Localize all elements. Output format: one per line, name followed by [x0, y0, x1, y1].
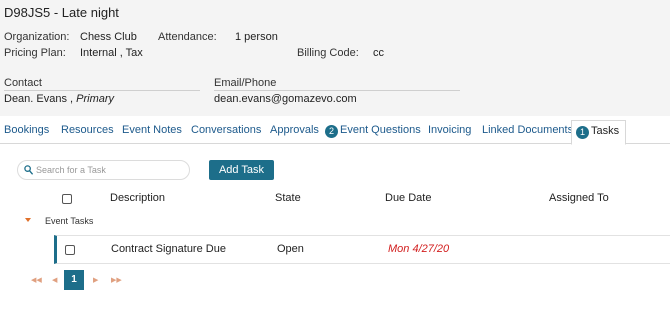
tab-event-notes[interactable]: Event Notes: [122, 124, 182, 136]
billing-code-label: Billing Code:: [297, 47, 359, 59]
pricing-plan-value: Internal , Tax: [80, 47, 143, 59]
select-all-checkbox[interactable]: [62, 194, 72, 204]
prev-page-icon[interactable]: ◀: [52, 276, 57, 284]
tab-invoicing[interactable]: Invoicing: [428, 124, 471, 136]
tasks-count-badge: 1: [576, 126, 589, 139]
event-title: D98JS5 - Late night: [4, 5, 119, 20]
tab-approvals[interactable]: Approvals: [270, 124, 319, 136]
last-page-icon[interactable]: ▶▶: [111, 276, 122, 284]
column-header-description[interactable]: Description: [110, 192, 165, 204]
contact-name: Dean. Evans ,: [4, 93, 74, 105]
tab-tasks[interactable]: 1 Tasks: [571, 120, 627, 145]
search-icon: [24, 165, 33, 175]
event-questions-count-badge: 2: [325, 125, 338, 138]
contact-divider: [4, 90, 200, 91]
tab-event-questions[interactable]: 2 Event Questions: [325, 124, 421, 138]
event-tabs: Bookings Resources Event Notes Conversat…: [0, 117, 670, 145]
column-header-state[interactable]: State: [275, 192, 301, 204]
email-divider: [214, 90, 460, 91]
task-due-date: Mon 4/27/20: [388, 243, 450, 255]
tab-conversations[interactable]: Conversations: [191, 124, 261, 136]
organization-label: Organization:: [4, 31, 70, 43]
contact-value: Dean. Evans , Primary: [4, 93, 114, 105]
organization-value: Chess Club: [80, 31, 137, 43]
task-description[interactable]: Contract Signature Due: [111, 243, 226, 255]
email-value: dean.evans@gomazevo.com: [214, 93, 357, 105]
attendance-label: Attendance:: [158, 31, 217, 43]
attendance-value: 1 person: [235, 31, 278, 43]
group-label: Event Tasks: [45, 216, 94, 226]
task-search-box: [17, 160, 190, 180]
page-number-current[interactable]: 1: [64, 270, 84, 290]
task-search-input[interactable]: [36, 163, 186, 177]
next-page-icon[interactable]: ▶: [93, 276, 98, 284]
contact-label: Contact: [4, 77, 42, 89]
event-header: D98JS5 - Late night Organization: Chess …: [0, 0, 670, 116]
tab-linked-documents[interactable]: Linked Documents: [482, 124, 573, 136]
tab-event-questions-label: Event Questions: [340, 124, 421, 136]
tab-bookings[interactable]: Bookings: [4, 124, 49, 136]
column-header-assigned-to[interactable]: Assigned To: [549, 192, 609, 204]
email-phone-label: Email/Phone: [214, 77, 277, 89]
billing-code-value: cc: [373, 47, 384, 59]
tab-resources[interactable]: Resources: [61, 124, 114, 136]
row-checkbox[interactable]: [65, 245, 75, 255]
pricing-plan-label: Pricing Plan:: [4, 47, 66, 59]
contact-role: Primary: [76, 93, 115, 105]
column-header-due-date[interactable]: Due Date: [385, 192, 431, 204]
tab-tasks-label: Tasks: [591, 125, 620, 137]
first-page-icon[interactable]: ◀◀: [31, 276, 42, 284]
collapse-group-icon[interactable]: [25, 218, 31, 222]
task-state: Open: [277, 243, 304, 255]
add-task-button[interactable]: Add Task: [209, 160, 274, 180]
